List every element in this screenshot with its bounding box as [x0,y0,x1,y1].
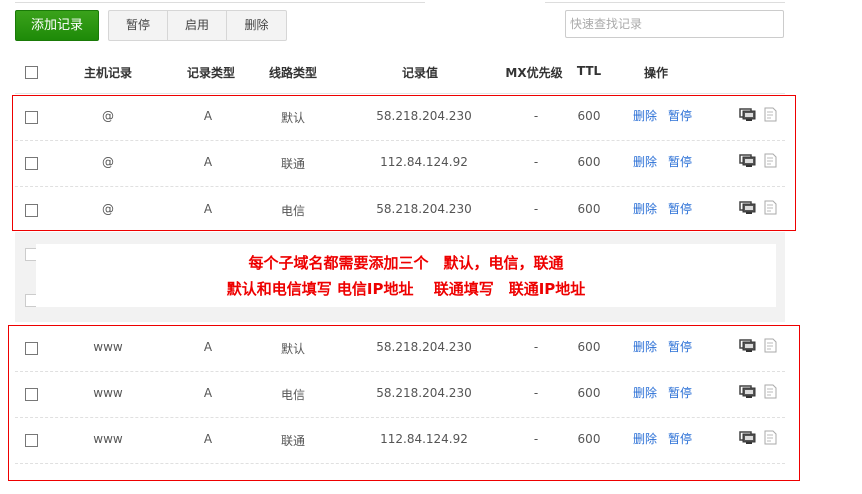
highlight-box-root [12,95,796,231]
annotation-line-2: 默认和电信填写 电信IP地址 联通填写 联通IP地址 [226,280,586,298]
annotation-line-1: 每个子域名都需要添加三个 默认，电信，联通 [248,254,564,272]
divider [545,2,785,3]
divider [15,2,425,3]
col-type: 记录类型 [186,66,236,80]
col-ttl: TTL [576,64,602,78]
add-record-button[interactable]: 添加记录 [15,10,99,41]
col-ops: 操作 [643,66,669,80]
annotation-note: 每个子域名都需要添加三个 默认，电信，联通 默认和电信填写 电信IP地址 联通填… [36,244,776,307]
col-host: 主机记录 [83,66,133,80]
col-mx: MX优先级 [505,66,563,80]
enable-button[interactable]: 启用 [168,11,227,40]
search-input[interactable] [565,10,784,38]
delete-button[interactable]: 删除 [227,11,286,40]
select-all-checkbox[interactable] [25,66,38,79]
batch-action-group: 暂停 启用 删除 [108,10,287,41]
pause-button[interactable]: 暂停 [109,11,168,40]
divider [15,93,785,94]
col-line: 线路类型 [268,66,318,80]
highlight-box-www [8,325,800,481]
col-value: 记录值 [401,66,439,80]
